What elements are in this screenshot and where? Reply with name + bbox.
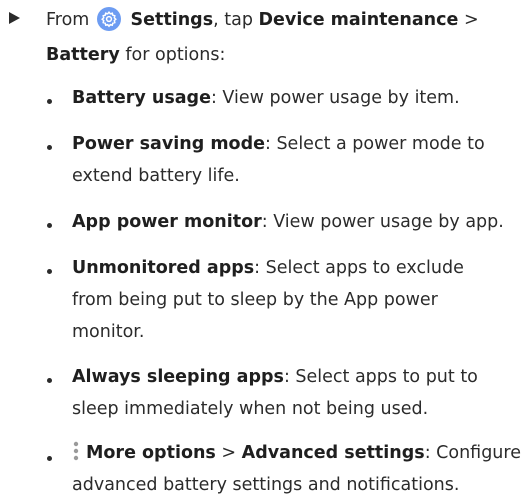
- advanced-settings-label: Advanced settings: [241, 443, 425, 463]
- list-item-title: Battery usage: [72, 88, 211, 108]
- intro-line-1: From Settings, tap Device maintenance >: [46, 7, 479, 32]
- list-item-line: Always sleeping apps: Select apps to put…: [72, 365, 478, 389]
- battery-label: Battery: [46, 45, 120, 65]
- list-item-line: from being put to sleep by the App power: [72, 288, 438, 312]
- list-item-line: Battery usage: View power usage by item.: [72, 86, 460, 110]
- list-item-text: advanced battery settings and notificati…: [72, 475, 460, 495]
- list-item-text: : View power usage by app.: [261, 212, 504, 232]
- more-options-vertical-dots-icon: [73, 441, 79, 461]
- settings-gear-icon: [96, 7, 121, 31]
- bullet-icon: [47, 269, 52, 274]
- intro-for-options: for options:: [125, 45, 226, 65]
- path-separator: >: [463, 10, 479, 30]
- list-item-text: : Select apps to put to: [283, 367, 478, 387]
- instructions-page: From Settings, tap Device maintenance > …: [0, 0, 526, 497]
- list-item-text: : Configure: [424, 443, 521, 463]
- list-item-text: extend battery life.: [72, 166, 240, 186]
- list-item-line: Unmonitored apps: Select apps to exclude: [72, 256, 464, 280]
- triangle-bullet-icon: [9, 12, 20, 24]
- intro-from: From: [46, 10, 90, 30]
- device-maintenance-label: Device maintenance: [258, 10, 459, 30]
- list-item-text: monitor.: [72, 322, 145, 342]
- list-item-line: sleep immediately when not being used.: [72, 397, 428, 421]
- intro-line-2: Battery for options:: [46, 43, 225, 67]
- list-item-line: More options > Advanced settings: Config…: [72, 441, 521, 465]
- bullet-icon: [47, 378, 52, 383]
- bullet-icon: [47, 145, 52, 150]
- list-item-title: App power monitor: [72, 212, 262, 232]
- list-item-title: Power saving mode: [72, 134, 265, 154]
- list-item-text: : Select a power mode to: [264, 134, 485, 154]
- settings-label: Settings: [130, 10, 214, 30]
- list-item-line: advanced battery settings and notificati…: [72, 473, 459, 497]
- list-item-text: : View power usage by item.: [210, 88, 460, 108]
- bullet-icon: [47, 223, 52, 228]
- bullet-icon: [47, 99, 52, 104]
- list-item-line: extend battery life.: [72, 164, 240, 188]
- list-item-title: Unmonitored apps: [72, 258, 255, 278]
- more-options-label: More options: [86, 443, 216, 463]
- list-item-line: App power monitor: View power usage by a…: [72, 210, 504, 234]
- list-item-line: Power saving mode: Select a power mode t…: [72, 132, 485, 156]
- bullet-icon: [47, 456, 52, 461]
- intro-tap: , tap: [213, 10, 253, 30]
- list-item-text: from being put to sleep by the App power: [72, 290, 438, 310]
- path-separator: >: [221, 443, 237, 463]
- list-item-text: sleep immediately when not being used.: [72, 399, 429, 419]
- list-item-title: Always sleeping apps: [72, 367, 284, 387]
- list-item-text: : Select apps to exclude: [254, 258, 464, 278]
- list-item-line: monitor.: [72, 320, 144, 344]
